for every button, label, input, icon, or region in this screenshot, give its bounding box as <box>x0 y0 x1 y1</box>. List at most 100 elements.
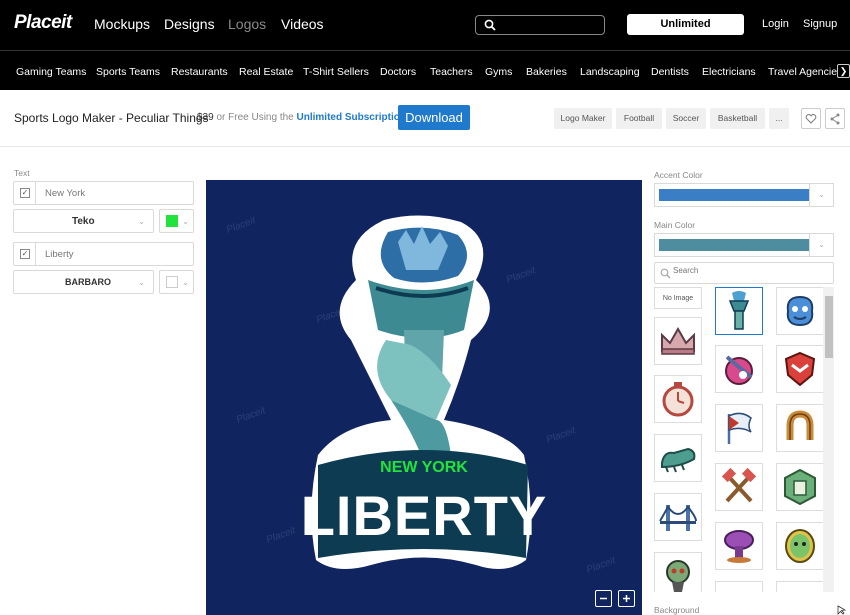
icon-option[interactable] <box>654 552 702 592</box>
nav-mockups[interactable]: Mockups <box>94 16 150 32</box>
text-line-1-field[interactable]: ✓ New York <box>13 181 194 205</box>
color-swatch-1 <box>166 215 178 227</box>
icon-option[interactable] <box>715 404 763 452</box>
category-item[interactable]: Sports Teams <box>96 66 160 78</box>
icon-search-field[interactable] <box>654 262 834 284</box>
color-swatch-2 <box>166 276 178 288</box>
checkmark-icon: ✓ <box>20 188 30 198</box>
share-button[interactable] <box>825 108 845 129</box>
category-item[interactable]: Landscaping <box>580 66 640 78</box>
nav-videos[interactable]: Videos <box>281 16 324 32</box>
main-color-select[interactable]: ⌄ <box>654 233 834 257</box>
signup-link[interactable]: Signup <box>803 18 837 30</box>
icon-option[interactable] <box>776 581 824 592</box>
category-item[interactable]: Gyms <box>485 66 512 78</box>
icon-option[interactable] <box>776 463 824 511</box>
icon-option[interactable] <box>776 287 824 335</box>
zombie-icon <box>666 560 690 592</box>
category-item[interactable]: Travel Agencies <box>768 66 842 78</box>
crossed-hammers-icon <box>721 467 757 503</box>
icon-option-none[interactable]: No Image <box>654 287 702 309</box>
icon-search-input[interactable] <box>673 266 823 275</box>
tag-football[interactable]: Football <box>616 108 662 129</box>
category-item[interactable]: Dentists <box>651 66 689 78</box>
tag-more[interactable]: ... <box>769 108 789 129</box>
unlimited-subscription-button[interactable]: Unlimited Subscription <box>627 14 744 51</box>
category-item[interactable]: Electricians <box>702 66 756 78</box>
nav-logos[interactable]: Logos <box>228 16 266 32</box>
shield-icon <box>784 351 816 387</box>
category-bar: Gaming Teams Sports Teams Restaurants Re… <box>0 50 850 90</box>
category-item[interactable]: Restaurants <box>171 66 228 78</box>
color-picker-1[interactable]: ⌄ <box>159 209 194 233</box>
font-select-2[interactable]: BARBARO ⌄ <box>13 270 154 294</box>
icon-option[interactable] <box>715 463 763 511</box>
chevron-down-icon: ⌄ <box>138 217 145 226</box>
stopwatch-icon <box>662 382 694 417</box>
main-color-label: Main Color <box>654 220 696 230</box>
icon-option[interactable] <box>776 404 824 452</box>
chevron-down-icon: ⌄ <box>809 234 833 256</box>
accent-color-label: Accent Color <box>654 170 703 180</box>
line-1-checkbox[interactable]: ✓ <box>14 182 36 204</box>
zoom-in-button[interactable] <box>618 590 635 607</box>
zoom-out-button[interactable] <box>595 590 612 607</box>
category-item[interactable]: Doctors <box>380 66 416 78</box>
chevron-right-icon[interactable]: ❯ <box>837 64 850 78</box>
logo-main-text: LIBERTY <box>301 484 548 547</box>
icon-option[interactable] <box>654 375 702 423</box>
heart-icon <box>805 114 817 124</box>
icon-option[interactable] <box>715 345 763 393</box>
building-badge-icon <box>784 468 816 506</box>
minus-icon <box>600 597 607 600</box>
download-button[interactable]: Download <box>398 105 470 130</box>
search-icon <box>484 19 496 31</box>
search-input[interactable] <box>475 15 605 35</box>
text-line-2-field[interactable]: ✓ Liberty <box>13 242 194 266</box>
login-link[interactable]: Login <box>762 18 789 30</box>
font-select-1[interactable]: Teko ⌄ <box>13 209 154 233</box>
nuclear-cloud-icon <box>724 530 754 563</box>
alien-icon <box>785 529 815 563</box>
price-value: $39 <box>197 112 214 123</box>
font-select-1-value: Teko <box>72 216 95 227</box>
page-title: Sports Logo Maker - Peculiar Things <box>14 111 209 125</box>
icon-option[interactable] <box>715 522 763 570</box>
placeit-logo[interactable]: Placeit <box>14 12 72 34</box>
scrollbar-thumb[interactable] <box>825 296 833 358</box>
text-section-label: Text <box>14 168 30 178</box>
tag-soccer[interactable]: Soccer <box>666 108 706 129</box>
category-item[interactable]: Teachers <box>430 66 473 78</box>
product-header: Sports Logo Maker - Peculiar Things $39 … <box>0 90 850 147</box>
accent-color-select[interactable]: ⌄ <box>654 183 834 207</box>
icon-option[interactable] <box>776 522 824 570</box>
category-item[interactable]: Gaming Teams <box>16 66 86 78</box>
icon-option-selected[interactable] <box>715 287 763 335</box>
flag-icon <box>727 412 752 444</box>
tag-logo-maker[interactable]: Logo Maker <box>554 108 612 129</box>
nav-designs[interactable]: Designs <box>164 16 215 32</box>
category-item[interactable]: Bakeries <box>526 66 567 78</box>
search-icon <box>660 268 671 279</box>
unlimited-subscription-link[interactable]: Unlimited Subscription <box>297 112 406 123</box>
logo-top-text: NEW YORK <box>380 459 468 476</box>
icon-option[interactable] <box>654 493 702 541</box>
line-1-input[interactable]: New York <box>45 188 85 199</box>
liberty-torch-logo: NEW YORK LIBERTY <box>301 215 548 570</box>
icon-option[interactable] <box>776 345 824 393</box>
favorite-button[interactable] <box>801 108 821 129</box>
color-picker-2[interactable]: ⌄ <box>159 270 194 294</box>
icon-option[interactable] <box>715 581 763 592</box>
top-navbar: Placeit Mockups Designs Logos Videos Unl… <box>0 0 850 51</box>
chevron-down-icon: ⌄ <box>182 217 189 226</box>
icon-option[interactable] <box>654 434 702 482</box>
chevron-down-icon: ⌄ <box>182 278 189 287</box>
line-2-input[interactable]: Liberty <box>45 249 74 260</box>
line-2-checkbox[interactable]: ✓ <box>14 243 36 265</box>
tag-basketball[interactable]: Basketball <box>710 108 765 129</box>
logo-preview-canvas: Placeit Placeit Placeit Placeit Placeit … <box>206 180 642 615</box>
icon-option[interactable] <box>654 317 702 365</box>
category-item[interactable]: Real Estate <box>239 66 293 78</box>
category-item[interactable]: T-Shirt Sellers <box>303 66 369 78</box>
price-or-text: or Free Using the <box>216 112 294 123</box>
